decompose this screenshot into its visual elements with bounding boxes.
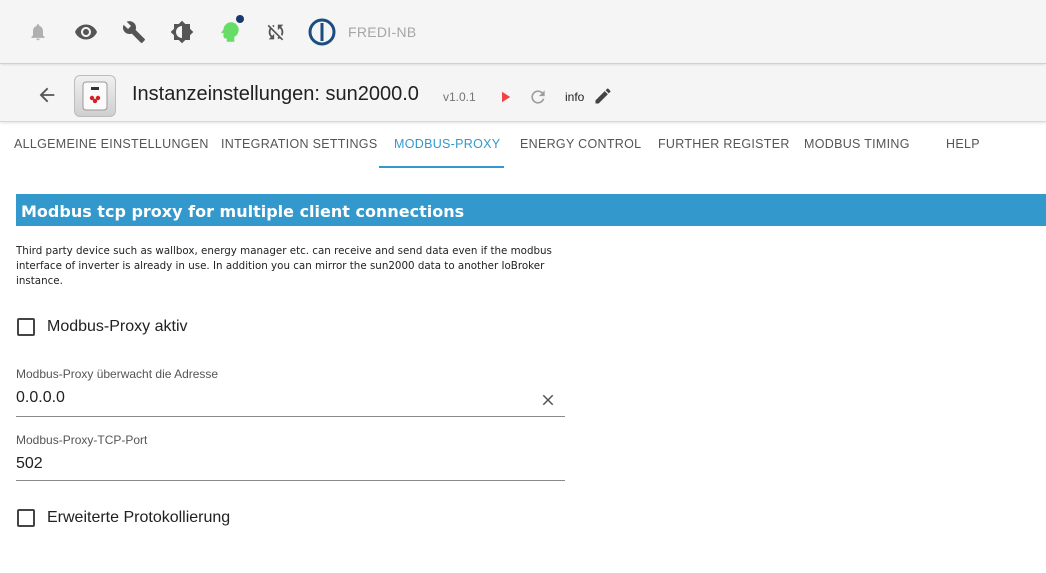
active-tab-indicator	[379, 166, 504, 168]
extended-logging-label: Erweiterte Protokollierung	[47, 509, 231, 526]
brightness-icon[interactable]	[168, 18, 196, 46]
description-line: instance.	[16, 275, 63, 287]
info-label: info	[565, 90, 585, 104]
tab-allgemeine-einstellungen[interactable]: ALLGEMEINE EINSTELLUNGEN	[14, 137, 209, 151]
port-field-underline	[16, 480, 565, 481]
play-icon[interactable]	[496, 88, 514, 106]
inverter-icon	[82, 81, 108, 111]
bell-icon[interactable]	[24, 18, 52, 46]
address-field: Modbus-Proxy überwacht die Adresse	[16, 367, 565, 417]
tab-integration-settings[interactable]: INTEGRATION SETTINGS	[221, 137, 377, 151]
settings-tabs: ALLGEMEINE EINSTELLUNGEN INTEGRATION SET…	[0, 124, 1046, 168]
port-input[interactable]	[16, 455, 516, 473]
address-field-label: Modbus-Proxy überwacht die Adresse	[16, 367, 219, 381]
page-title: Instanzeinstellungen: sun2000.0	[132, 83, 419, 105]
top-app-bar: FREDI-NB	[0, 0, 1046, 64]
notification-badge	[236, 15, 244, 23]
proxy-active-checkbox[interactable]	[17, 318, 35, 336]
expert-head-icon[interactable]	[216, 15, 244, 46]
clear-icon[interactable]	[539, 391, 557, 409]
address-field-underline	[16, 416, 565, 417]
proxy-active-checkbox-row[interactable]: Modbus-Proxy aktiv	[17, 318, 188, 336]
proxy-active-label: Modbus-Proxy aktiv	[47, 318, 188, 335]
extended-logging-checkbox[interactable]	[17, 509, 35, 527]
tab-help[interactable]: HELP	[946, 137, 980, 151]
adapter-logo	[74, 75, 116, 117]
pencil-icon[interactable]	[593, 86, 613, 106]
back-arrow-icon[interactable]	[34, 82, 60, 108]
section-heading: Modbus tcp proxy for multiple client con…	[16, 194, 1046, 226]
tab-energy-control[interactable]: ENERGY CONTROL	[520, 137, 641, 151]
description-line: Third party device such as wallbox, ener…	[16, 245, 552, 257]
port-field-label: Modbus-Proxy-TCP-Port	[16, 433, 148, 447]
tab-modbus-proxy[interactable]: MODBUS-PROXY	[394, 137, 500, 151]
port-field: Modbus-Proxy-TCP-Port	[16, 433, 565, 481]
section-description: Third party device such as wallbox, ener…	[16, 244, 564, 289]
instance-header: Instanzeinstellungen: sun2000.0 v1.0.1 i…	[0, 66, 1046, 122]
host-name: FREDI-NB	[348, 24, 417, 40]
version-label: v1.0.1	[443, 90, 476, 104]
tab-further-register[interactable]: FURTHER REGISTER	[658, 137, 790, 151]
eye-icon[interactable]	[72, 18, 100, 46]
wrench-icon[interactable]	[120, 18, 148, 46]
sync-off-icon[interactable]	[262, 18, 290, 46]
reload-icon[interactable]	[528, 87, 548, 107]
iobroker-logo-icon	[308, 18, 336, 46]
extended-logging-checkbox-row[interactable]: Erweiterte Protokollierung	[17, 509, 230, 527]
address-input[interactable]	[16, 389, 516, 407]
description-line: interface of inverter is already in use.…	[16, 260, 545, 272]
tab-modbus-timing[interactable]: MODBUS TIMING	[804, 137, 910, 151]
